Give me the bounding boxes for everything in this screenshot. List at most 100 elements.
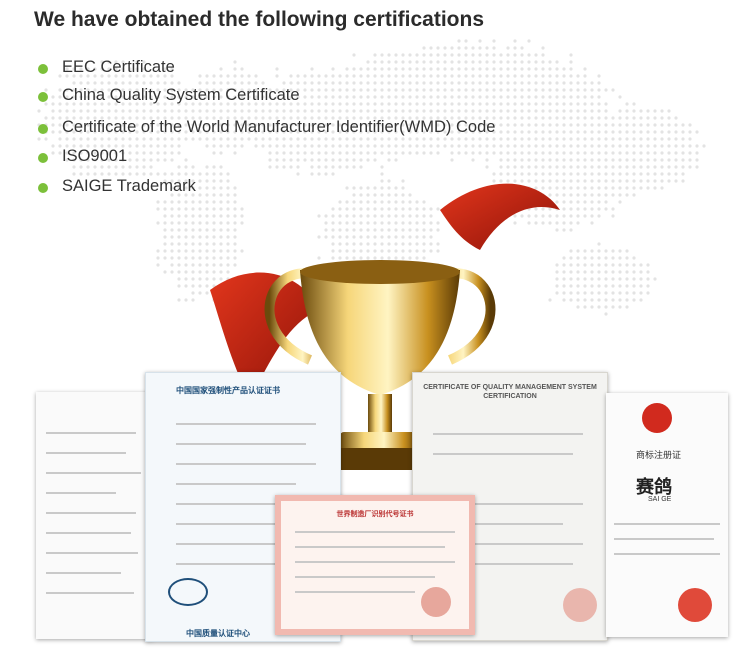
- map-dot: [576, 249, 580, 253]
- map-dot: [513, 144, 517, 148]
- map-dot: [604, 256, 608, 260]
- map-dot: [604, 88, 608, 92]
- map-dot: [520, 81, 524, 85]
- map-dot: [590, 256, 594, 260]
- map-dot: [555, 158, 559, 162]
- map-dot: [653, 144, 657, 148]
- map-dot: [177, 242, 181, 246]
- map-dot: [674, 179, 678, 183]
- map-dot: [394, 53, 398, 57]
- map-dot: [548, 74, 552, 78]
- cqc-logo-icon: [168, 578, 208, 606]
- map-dot: [464, 53, 468, 57]
- map-dot: [583, 81, 587, 85]
- map-dot: [632, 158, 636, 162]
- map-dot: [576, 256, 580, 260]
- map-dot: [569, 137, 573, 141]
- map-dot: [534, 95, 538, 99]
- page-title: We have obtained the following certifica…: [34, 8, 485, 31]
- map-dot: [576, 158, 580, 162]
- map-dot: [499, 144, 503, 148]
- map-dot: [597, 137, 601, 141]
- bullet-icon: [38, 64, 48, 74]
- map-dot: [618, 263, 622, 267]
- map-dot: [569, 88, 573, 92]
- map-dot: [660, 116, 664, 120]
- map-dot: [163, 242, 167, 246]
- map-dot: [639, 109, 643, 113]
- map-dot: [632, 270, 636, 274]
- map-dot: [506, 81, 510, 85]
- map-dot: [688, 165, 692, 169]
- map-dot: [611, 130, 615, 134]
- map-dot: [653, 109, 657, 113]
- map-dot: [604, 130, 608, 134]
- map-dot: [163, 200, 167, 204]
- map-dot: [674, 172, 678, 176]
- certifications-page: We have obtained the following certifica…: [0, 0, 750, 654]
- map-dot: [625, 277, 629, 281]
- map-dot: [541, 116, 545, 120]
- map-dot: [527, 74, 531, 78]
- map-dot: [604, 305, 608, 309]
- map-dot: [611, 214, 615, 218]
- map-dot: [555, 144, 559, 148]
- map-dot: [576, 172, 580, 176]
- map-dot: [639, 298, 643, 302]
- map-dot: [611, 179, 615, 183]
- map-dot: [548, 95, 552, 99]
- map-dot: [156, 221, 160, 225]
- map-dot: [604, 277, 608, 281]
- map-dot: [590, 291, 594, 295]
- map-dot: [548, 88, 552, 92]
- map-dot: [177, 270, 181, 274]
- map-dot: [499, 116, 503, 120]
- map-dot: [583, 277, 587, 281]
- map-dot: [506, 144, 510, 148]
- map-dot: [548, 165, 552, 169]
- map-dot: [464, 46, 468, 50]
- map-dot: [541, 151, 545, 155]
- map-dot: [576, 95, 580, 99]
- map-dot: [674, 165, 678, 169]
- map-dot: [562, 74, 566, 78]
- map-dot: [646, 165, 650, 169]
- map-dot: [450, 46, 454, 50]
- map-dot: [625, 109, 629, 113]
- map-dot: [590, 193, 594, 197]
- map-dot: [604, 200, 608, 204]
- map-dot: [534, 74, 538, 78]
- bullet-icon: [38, 92, 48, 102]
- map-dot: [611, 88, 615, 92]
- map-dot: [667, 116, 671, 120]
- map-dot: [555, 165, 559, 169]
- map-dot: [604, 165, 608, 169]
- map-dot: [618, 284, 622, 288]
- map-dot: [170, 270, 174, 274]
- map-dot: [457, 53, 461, 57]
- map-dot: [625, 130, 629, 134]
- map-dot: [583, 116, 587, 120]
- map-dot: [576, 88, 580, 92]
- map-dot: [597, 242, 601, 246]
- list-item-iso9001: ISO9001: [38, 147, 495, 166]
- map-dot: [590, 88, 594, 92]
- map-dot: [618, 172, 622, 176]
- map-dot: [534, 67, 538, 71]
- map-dot: [513, 60, 517, 64]
- ccc-issuer: 中国质量认证中心: [186, 629, 250, 638]
- map-dot: [429, 46, 433, 50]
- map-dot: [583, 284, 587, 288]
- map-dot: [597, 298, 601, 302]
- map-dot: [492, 46, 496, 50]
- map-dot: [499, 67, 503, 71]
- map-dot: [541, 46, 545, 50]
- map-dot: [604, 179, 608, 183]
- map-dot: [695, 144, 699, 148]
- map-dot: [611, 193, 615, 197]
- map-dot: [639, 151, 643, 155]
- map-dot: [618, 270, 622, 274]
- map-dot: [422, 53, 426, 57]
- map-dot: [576, 151, 580, 155]
- map-dot: [583, 249, 587, 253]
